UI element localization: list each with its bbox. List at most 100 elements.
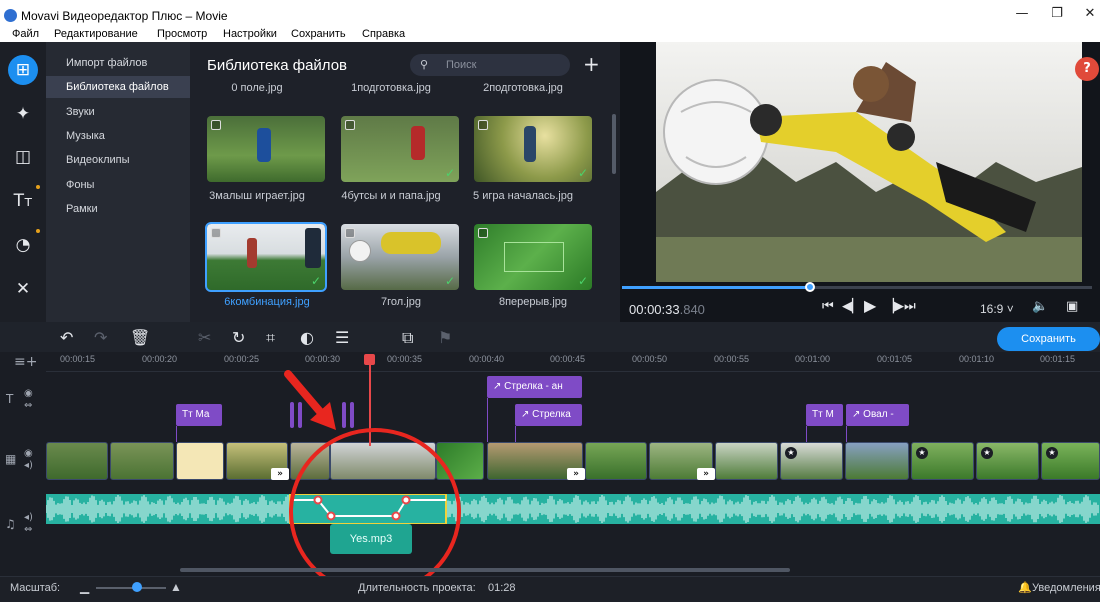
maximize-icon[interactable]: ❐ [1047,6,1067,21]
video-clip[interactable] [585,442,647,480]
file-thumbnail[interactable]: ✓ [474,116,592,182]
volume-icon[interactable]: 🔈 [1032,299,1048,314]
mute-icon[interactable]: ◂) [24,460,33,471]
file-thumbnail[interactable]: ✓ [341,116,459,182]
title-clip[interactable]: ↗ Овал - [846,404,909,426]
add-track-icon[interactable]: ≡+ [14,354,37,370]
help-button[interactable]: ? [1075,57,1099,81]
ruler-tick: 00:00:25 [224,354,260,364]
undo-icon[interactable]: ↶ [60,328,73,347]
category-frames[interactable]: Рамки [46,198,190,220]
menu-edit[interactable]: Редактирование [54,28,138,40]
category-videoclips[interactable]: Видеоклипы [46,149,190,171]
ruler-tick: 00:00:15 [60,354,96,364]
color-adjust-icon[interactable]: ◐ [300,328,314,347]
titles-icon: Tт [812,409,826,420]
video-clip[interactable]: ★ [780,442,843,480]
title-clip[interactable]: Tт М [806,404,843,426]
cut-icon[interactable]: ✂ [198,328,211,347]
clip-properties-icon[interactable]: ☰ [335,328,349,347]
file-name: 4бутсы и и папа.jpg [341,190,441,202]
playback-progress[interactable] [622,286,1092,289]
snapshot-icon[interactable]: ▣ [1066,299,1078,314]
file-name: 2подготовка.jpg [483,82,563,94]
delete-icon[interactable]: 🗑 [130,328,150,347]
video-clip[interactable]: ★ [911,442,974,480]
redo-icon[interactable]: ↷ [94,328,107,347]
video-clip[interactable] [46,442,108,480]
import-icon[interactable]: ⊞ [8,55,38,85]
notifications-button[interactable]: Уведомления [1032,582,1100,594]
video-clip[interactable] [110,442,174,480]
menu-view[interactable]: Просмотр [157,28,207,40]
menu-help[interactable]: Справка [362,28,405,40]
rotate-icon[interactable]: ↻ [232,328,245,347]
category-backgrounds[interactable]: Фоны [46,174,190,196]
video-clip[interactable]: ★ [976,442,1039,480]
zoom-in-icon[interactable]: ▲ [170,580,182,594]
minimize-icon[interactable]: — [1012,6,1032,21]
time-display: 00:00:33.840 [629,302,705,317]
library-scrollbar[interactable] [612,114,616,174]
progress-handle[interactable] [805,282,815,292]
title-clip-label: Ма [195,409,210,420]
save-button[interactable]: Сохранить [997,327,1100,351]
ruler-tick: 00:01:00 [795,354,831,364]
search-input[interactable]: Поиск [410,54,570,76]
transition-icon[interactable]: » [697,468,715,480]
zoom-slider-handle[interactable] [132,582,142,592]
ruler-tick: 00:00:55 [714,354,750,364]
time-main: 00:00:33 [629,302,680,317]
transitions-icon[interactable]: ◫ [8,142,38,172]
step-back-icon[interactable]: ◀▏ [842,299,862,314]
marker-icon[interactable]: ⚑ [438,328,452,347]
tools-icon[interactable]: ✕ [8,274,38,304]
crop-icon[interactable]: ⌗ [266,328,275,348]
aspect-ratio-select[interactable]: 16:9 ˅ [980,302,1014,316]
audio-track[interactable] [45,493,1100,525]
transition-wizard-icon[interactable]: ⧉ [402,328,413,348]
video-clip[interactable] [176,442,224,480]
used-check-icon: ✓ [577,274,588,288]
play-icon[interactable]: ▶ [864,296,876,315]
step-forward-icon[interactable]: ▕▶ [884,299,904,314]
link-icon[interactable]: ⇔ [24,400,32,411]
star-icon: ★ [916,447,928,459]
close-icon[interactable]: ✕ [1080,6,1100,21]
video-clip[interactable] [845,442,909,480]
skip-end-icon[interactable]: ⏭ [904,299,916,314]
category-sounds[interactable]: Звуки [46,101,190,123]
category-library[interactable]: Библиотека файлов [46,76,190,98]
magic-wand-icon[interactable]: ✦ [8,99,38,129]
time-ruler[interactable]: 00:00:15 00:00:20 00:00:25 00:00:30 00:0… [46,352,1100,372]
video-clip[interactable] [715,442,778,480]
menu-bar: Файл Редактирование Просмотр Настройки С… [0,28,1100,42]
category-music[interactable]: Музыка [46,125,190,147]
filters-icon[interactable]: ◔ [8,230,38,260]
visibility-icon[interactable]: ◉ [24,388,33,399]
titles-icon[interactable]: Tт [8,186,38,216]
add-file-icon[interactable]: + [583,52,600,76]
title-clip[interactable]: ↗ Стрелка - ан [487,376,582,398]
link-icon[interactable]: ⇔ [24,524,32,535]
bell-icon[interactable]: 🔔 [1018,581,1032,594]
title-clip[interactable]: ↗ Стрелка [515,404,582,426]
file-thumbnail[interactable]: ✓ [205,222,327,292]
menu-save[interactable]: Сохранить [291,28,346,40]
menu-settings[interactable]: Настройки [223,28,277,40]
title-clip[interactable]: Tт Ма [176,404,222,426]
clip-connector [487,398,488,442]
file-thumbnail[interactable]: ✓ [341,224,459,290]
skip-start-icon[interactable]: ⏮ [822,299,834,314]
file-thumbnail[interactable] [207,116,325,182]
timeline-scrollbar[interactable] [180,568,790,572]
category-import[interactable]: Импорт файлов [46,52,190,74]
zoom-out-icon[interactable]: ▁ [80,580,89,594]
menu-file[interactable]: Файл [12,28,39,40]
file-thumbnail[interactable]: ✓ [474,224,592,290]
visibility-icon[interactable]: ◉ [24,448,33,459]
mute-icon[interactable]: ◂) [24,512,33,523]
video-clip[interactable]: ★ [1041,442,1100,480]
transition-icon[interactable]: » [567,468,585,480]
zoom-slider[interactable] [96,587,166,589]
